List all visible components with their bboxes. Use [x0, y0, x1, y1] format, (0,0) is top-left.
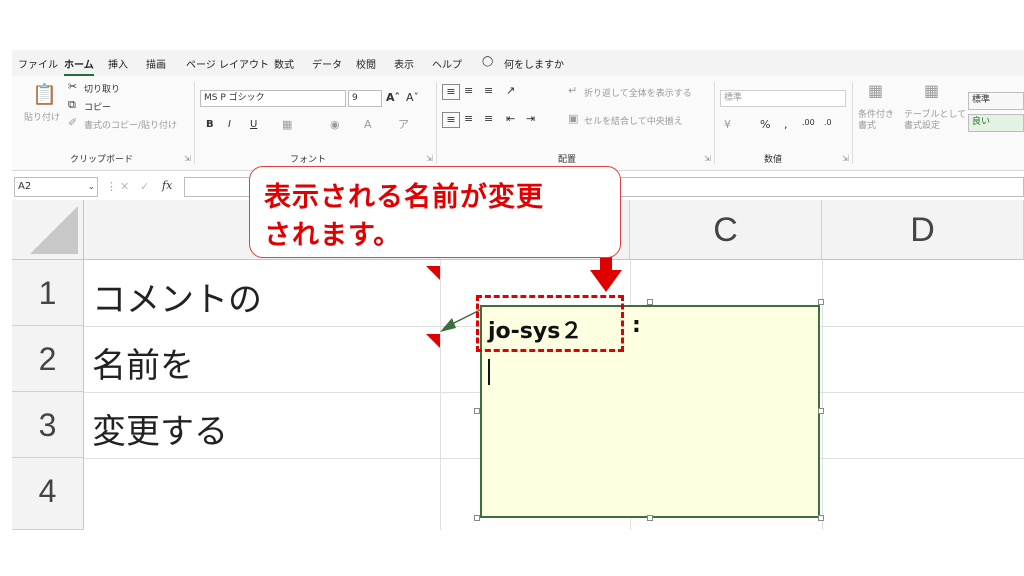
text-cursor	[488, 359, 490, 385]
down-arrow-icon	[590, 254, 622, 292]
highlight-box	[476, 295, 624, 352]
comment-indicator-b2	[426, 334, 440, 348]
resize-handle[interactable]	[474, 515, 480, 521]
resize-handle[interactable]	[818, 515, 824, 521]
comment-indicator-b1	[426, 266, 440, 280]
screenshot-frame: ファイル ホーム 挿入 描画 ページ レイアウト 数式 データ 校閲 表示 ヘル…	[0, 0, 1024, 576]
resize-handle[interactable]	[647, 299, 653, 305]
comment-arrowhead-icon	[440, 318, 456, 332]
callout-line-2: されます。	[264, 220, 402, 251]
comment-author-colon: :	[632, 313, 641, 338]
annotation-callout: 表示される名前が変更 されます。	[249, 166, 621, 258]
resize-handle[interactable]	[647, 515, 653, 521]
callout-line-1: 表示される名前が変更	[264, 182, 544, 213]
resize-handle[interactable]	[474, 408, 480, 414]
resize-handle[interactable]	[818, 408, 824, 414]
resize-handle[interactable]	[818, 299, 824, 305]
